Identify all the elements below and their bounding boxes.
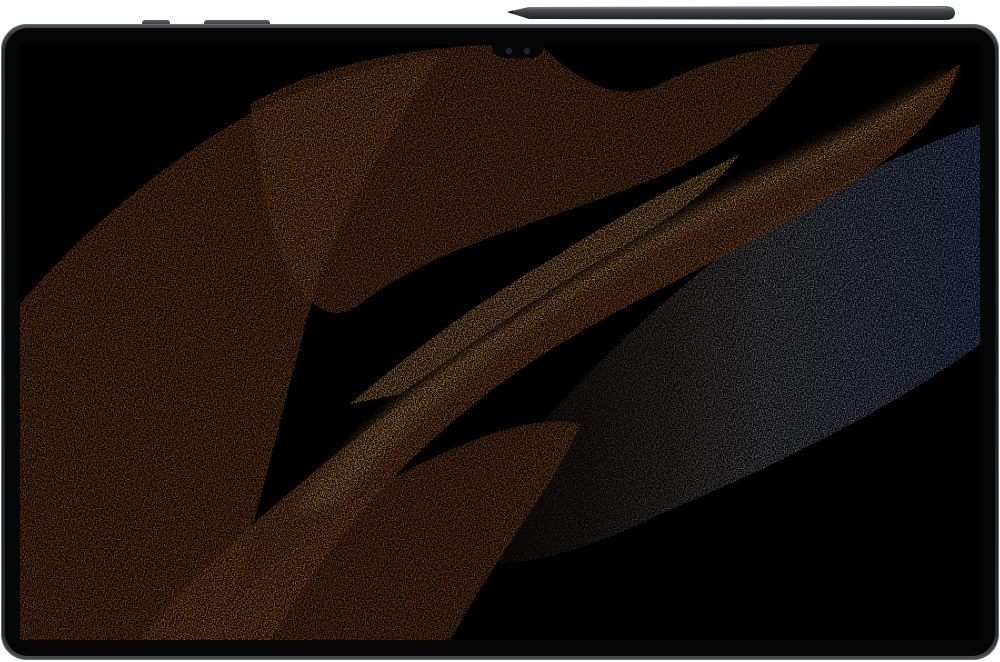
sensor-icon bbox=[524, 48, 530, 54]
tablet-body bbox=[1, 24, 999, 660]
front-camera-icon bbox=[506, 48, 512, 54]
wallpaper bbox=[20, 44, 980, 640]
tablet-bezel bbox=[5, 28, 995, 656]
tablet-screen bbox=[20, 44, 980, 640]
product-photo bbox=[0, 0, 1000, 662]
stylus bbox=[507, 6, 955, 20]
camera-notch bbox=[492, 44, 544, 58]
